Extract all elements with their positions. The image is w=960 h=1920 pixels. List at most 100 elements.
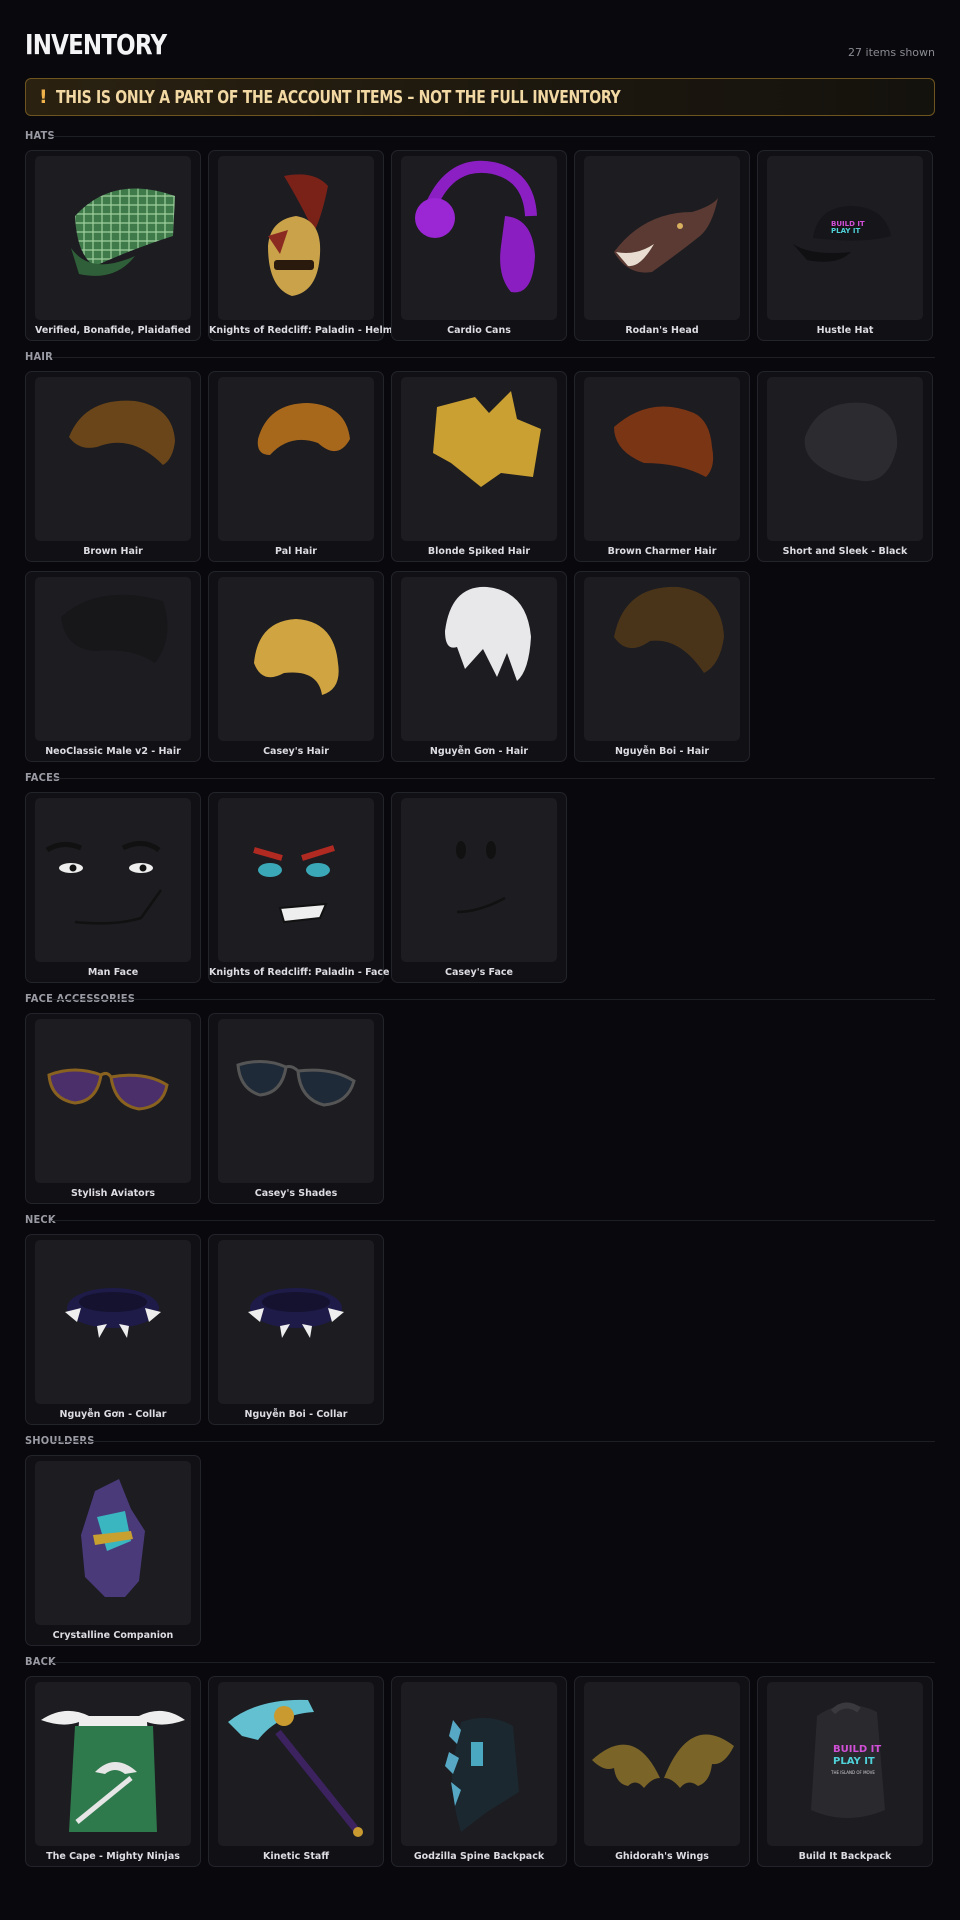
item-thumbnail (35, 377, 191, 541)
item-name: Nguyễn Boi - Hair (614, 746, 710, 757)
item-card[interactable]: Brown Charmer Hair (574, 371, 750, 562)
item-thumbnail (401, 1682, 557, 1846)
sunglasses-icon (47, 1068, 169, 1111)
item-card[interactable]: Short and Sleek - Black (757, 371, 933, 562)
item-thumbnail (401, 377, 557, 541)
item-thumbnail (218, 577, 374, 741)
item-name: Blonde Spiked Hair (427, 546, 531, 557)
plaid-cap-icon (71, 188, 175, 276)
item-thumbnail (584, 156, 740, 320)
item-thumbnail (218, 798, 374, 962)
item-thumbnail (584, 577, 740, 741)
page-title: INVENTORY (25, 28, 167, 61)
item-name: Knights of Redcliff: Paladin - Helmet (209, 325, 404, 336)
item-name: Nguyễn Gơn - Hair (429, 746, 529, 757)
item-card[interactable]: Rodan's Head (574, 150, 750, 341)
item-card[interactable]: Blonde Spiked Hair (391, 371, 567, 562)
item-name: Man Face (87, 967, 139, 978)
headphones-icon (415, 160, 537, 293)
item-thumbnail (218, 1019, 374, 1183)
item-card[interactable]: Brown Hair (25, 371, 201, 562)
item-thumbnail: BUILD IT PLAY IT (767, 156, 923, 320)
item-name: Casey's Hair (263, 746, 329, 757)
item-thumbnail (218, 1682, 374, 1846)
item-name: Crystalline Companion (52, 1630, 174, 1641)
hair-icon (614, 586, 724, 673)
backpack-logo-play: PLAY IT (833, 1756, 875, 1767)
item-card[interactable]: NeoClassic Male v2 - Hair (25, 571, 201, 762)
item-thumbnail (218, 156, 374, 320)
warning-banner: ! THIS IS ONLY A PART OF THE ACCOUNT ITE… (25, 78, 935, 116)
cape-icon (41, 1710, 185, 1832)
section-divider (52, 1441, 935, 1442)
face-icon (45, 841, 163, 925)
item-thumbnail (218, 1240, 374, 1404)
item-card[interactable]: Man Face (25, 792, 201, 983)
item-card[interactable]: Nguyễn Boi - Hair (574, 571, 750, 762)
item-card[interactable]: Knights of Redcliff: Paladin - Helmet (208, 150, 404, 341)
item-name: Casey's Shades (254, 1188, 338, 1199)
item-thumbnail (35, 798, 191, 962)
hair-icon (69, 400, 175, 465)
item-count: 27 items shown (848, 46, 935, 59)
item-card[interactable]: Nguyễn Gơn - Hair (391, 571, 567, 762)
section-divider (52, 778, 935, 779)
item-card[interactable]: Godzilla Spine Backpack (391, 1676, 567, 1867)
item-thumbnail (401, 156, 557, 320)
item-name: Hustle Hat (816, 325, 874, 336)
paladin-helmet-icon (268, 174, 328, 296)
item-thumbnail (35, 1240, 191, 1404)
item-thumbnail (767, 377, 923, 541)
spiked-collar-icon (248, 1288, 344, 1338)
item-thumbnail (218, 377, 374, 541)
warning-text: THIS IS ONLY A PART OF THE ACCOUNT ITEMS… (55, 86, 621, 108)
staff-icon (228, 1699, 363, 1837)
item-name: Godzilla Spine Backpack (413, 1851, 545, 1862)
crystal-creature-icon (81, 1479, 145, 1597)
item-name: Cardio Cans (447, 325, 511, 336)
item-card[interactable]: Stylish Aviators (25, 1013, 201, 1204)
item-thumbnail (401, 577, 557, 741)
spiked-collar-icon (65, 1288, 161, 1338)
item-card[interactable]: Casey's Shades (208, 1013, 384, 1204)
item-card[interactable]: The Cape - Mighty Ninjas (25, 1676, 201, 1867)
item-card[interactable]: Nguyễn Gơn - Collar (25, 1234, 201, 1425)
item-card[interactable]: Casey's Face (391, 792, 567, 983)
face-icon (456, 841, 506, 914)
warning-icon: ! (39, 86, 48, 108)
item-card[interactable]: Casey's Hair (208, 571, 384, 762)
cap-logo-play: PLAY IT (831, 227, 860, 235)
item-thumbnail (35, 1682, 191, 1846)
item-name: Nguyễn Gơn - Collar (59, 1409, 167, 1420)
item-card[interactable]: Verified, Bonafide, Plaidafied (25, 150, 201, 341)
section-label-hats: HATS (25, 129, 55, 142)
item-card[interactable]: Kinetic Staff (208, 1676, 384, 1867)
hair-icon (804, 402, 898, 482)
section-divider (52, 1662, 935, 1663)
item-name: Pal Hair (275, 546, 317, 557)
sunglasses-icon (236, 1060, 356, 1107)
hair-icon (61, 594, 168, 663)
item-name: Knights of Redcliff: Paladin - Face (209, 967, 390, 978)
backpack-logo-tagline: THE ISLAND OF MOVE (830, 1770, 875, 1775)
item-card[interactable]: Cardio Cans (391, 150, 567, 341)
item-card[interactable]: BUILD IT PLAY IT THE ISLAND OF MOVE Buil… (757, 1676, 933, 1867)
item-card[interactable]: Nguyễn Boi - Collar (208, 1234, 384, 1425)
item-name: Build It Backpack (798, 1851, 892, 1862)
item-card[interactable]: Crystalline Companion (25, 1455, 201, 1646)
item-name: Rodan's Head (625, 325, 699, 336)
item-card[interactable]: Ghidorah's Wings (574, 1676, 750, 1867)
item-card[interactable]: Pal Hair (208, 371, 384, 562)
hair-icon (257, 403, 350, 455)
item-thumbnail (35, 156, 191, 320)
item-name: Ghidorah's Wings (615, 1851, 709, 1862)
item-card[interactable]: Knights of Redcliff: Paladin - Face (208, 792, 390, 983)
item-card[interactable]: BUILD IT PLAY IT Hustle Hat (757, 150, 933, 341)
item-name: Kinetic Staff (262, 1851, 330, 1862)
section-divider (52, 999, 935, 1000)
item-thumbnail (584, 1682, 740, 1846)
item-name: Brown Charmer Hair (607, 546, 717, 557)
section-label-hair: HAIR (25, 350, 53, 363)
page-header: INVENTORY 27 items shown (25, 28, 935, 62)
item-name: Casey's Face (445, 967, 513, 978)
